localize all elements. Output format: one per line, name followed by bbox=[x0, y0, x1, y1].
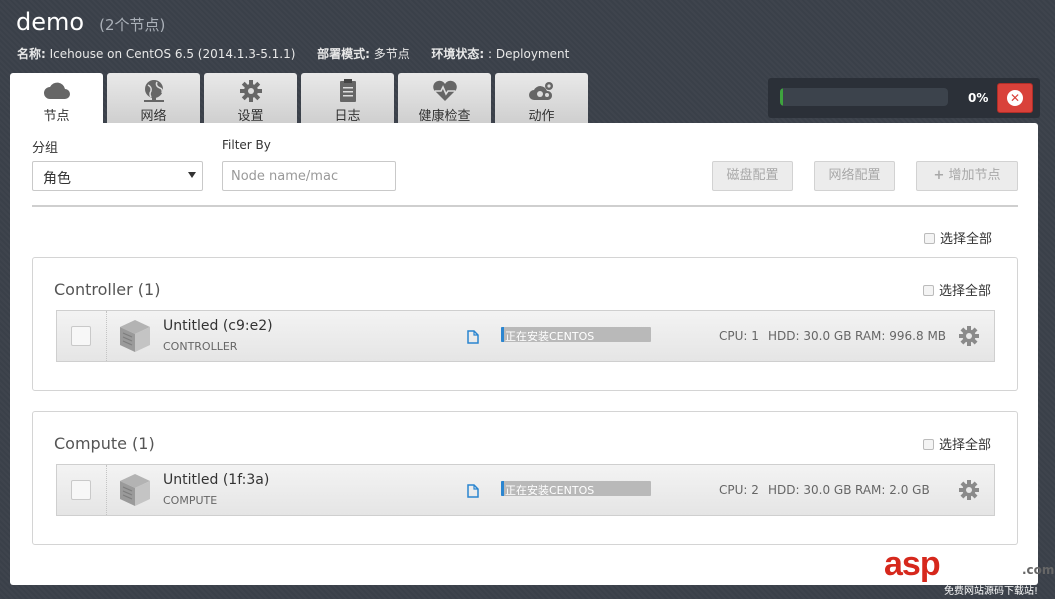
gears-cloud-icon bbox=[528, 82, 553, 100]
document-icon[interactable] bbox=[467, 484, 479, 498]
node-checkbox-cell bbox=[57, 465, 107, 515]
nodes-panel: 分组 角色 Filter By 磁盘配置 网络配置 + 增加节点 选择全部 Co… bbox=[10, 123, 1038, 585]
meta-mode-label: 部署模式: bbox=[317, 47, 370, 61]
group-select-all-checkbox[interactable] bbox=[923, 439, 934, 450]
deployment-progress-panel: 0% ✕ bbox=[768, 78, 1040, 118]
gear-icon bbox=[239, 80, 262, 102]
watermark-logo: aspku .com 免费网站源码下载站! bbox=[884, 545, 1054, 597]
filter-label: Filter By bbox=[222, 138, 271, 152]
tab-settings-label: 设置 bbox=[237, 109, 264, 124]
node-group-compute: Compute (1) 选择全部 Untitled (1f:3a) COMPUT… bbox=[32, 411, 1018, 545]
meta-name-label: 名称: bbox=[17, 47, 46, 61]
node-progress-fill bbox=[501, 481, 504, 496]
meta-mode-value: 多节点 bbox=[373, 47, 410, 61]
tab-actions-label: 动作 bbox=[528, 109, 555, 124]
group-select-all[interactable]: 选择全部 bbox=[923, 434, 991, 453]
node-checkbox-cell bbox=[57, 311, 107, 361]
watermark-brand-red: asp bbox=[884, 545, 941, 583]
node-row: Untitled (1f:3a) COMPUTE 正在安装CENTOS CPU:… bbox=[56, 464, 995, 516]
tab-logs-label: 日志 bbox=[334, 109, 361, 124]
cloud-icon bbox=[43, 82, 70, 99]
group-title: Controller (1) bbox=[54, 280, 161, 299]
tab-nodes[interactable]: 节点 bbox=[10, 73, 103, 124]
node-group-controller: Controller (1) 选择全部 Untitled (c9:e2) CON… bbox=[32, 257, 1018, 391]
node-progress-bar: 正在安装CENTOS bbox=[501, 481, 651, 496]
select-all-nodes[interactable]: 选择全部 bbox=[924, 228, 992, 247]
group-by-select[interactable]: 角色 bbox=[32, 161, 203, 191]
tab-nodes-label: 节点 bbox=[43, 109, 70, 124]
environment-title: demo (2个节点) bbox=[16, 8, 165, 36]
add-node-label: 增加节点 bbox=[948, 168, 1001, 183]
server-box-icon bbox=[120, 474, 150, 506]
toolbar-divider bbox=[32, 205, 1018, 207]
add-node-button[interactable]: + 增加节点 bbox=[916, 161, 1018, 191]
filter-input[interactable] bbox=[222, 161, 396, 191]
group-select-all-label: 选择全部 bbox=[939, 284, 992, 299]
plus-icon: + bbox=[933, 168, 945, 183]
deployment-progress-fill bbox=[780, 88, 784, 106]
network-config-button[interactable]: 网络配置 bbox=[814, 161, 895, 191]
watermark-slogan: 免费网站源码下载站! bbox=[944, 586, 1039, 597]
node-name[interactable]: Untitled (1f:3a) bbox=[163, 472, 269, 488]
gear-icon[interactable] bbox=[958, 325, 980, 347]
node-progress-bar: 正在安装CENTOS bbox=[501, 327, 651, 342]
node-hdd: HDD: 30.0 GB bbox=[768, 483, 852, 497]
document-icon[interactable] bbox=[467, 330, 479, 344]
node-role: COMPUTE bbox=[163, 494, 218, 507]
node-count: (2个节点) bbox=[99, 16, 166, 34]
node-role: CONTROLLER bbox=[163, 340, 238, 353]
tab-health-check-label: 健康检查 bbox=[418, 109, 471, 124]
node-ram: RAM: 996.8 MB bbox=[855, 329, 947, 343]
node-row: Untitled (c9:e2) CONTROLLER 正在安装CENTOS C… bbox=[56, 310, 995, 362]
network-globe-icon bbox=[143, 80, 164, 102]
environment-meta: 名称: Icehouse on CentOS 6.5 (2014.1.3-5.1… bbox=[17, 45, 569, 62]
tab-logs[interactable]: 日志 bbox=[301, 73, 394, 124]
meta-status-label: 环境状态: bbox=[431, 47, 485, 61]
group-by-value: 角色 bbox=[43, 171, 71, 187]
node-progress-text: 正在安装CENTOS bbox=[505, 330, 595, 342]
group-select-all[interactable]: 选择全部 bbox=[923, 280, 991, 299]
node-progress-text: 正在安装CENTOS bbox=[505, 484, 595, 496]
node-cpu: CPU: 2 bbox=[719, 483, 759, 497]
group-select-all-label: 选择全部 bbox=[939, 438, 992, 453]
tab-actions[interactable]: 动作 bbox=[495, 73, 588, 124]
meta-name-value: Icehouse on CentOS 6.5 (2014.1.3-5.1.1) bbox=[49, 47, 296, 61]
group-title: Compute (1) bbox=[54, 434, 155, 453]
environment-name: demo bbox=[16, 8, 85, 36]
node-cpu: CPU: 1 bbox=[719, 329, 759, 343]
select-all-label: 选择全部 bbox=[940, 232, 993, 247]
node-ram: RAM: 2.0 GB bbox=[855, 483, 930, 497]
node-checkbox[interactable] bbox=[71, 480, 91, 500]
tab-network[interactable]: 网络 bbox=[107, 73, 200, 124]
meta-status-value: : Deployment bbox=[488, 47, 570, 61]
caret-down-icon bbox=[188, 172, 196, 178]
node-checkbox[interactable] bbox=[71, 326, 91, 346]
tab-settings[interactable]: 设置 bbox=[204, 73, 297, 124]
watermark-brand-white: ku bbox=[939, 545, 979, 583]
disk-config-button[interactable]: 磁盘配置 bbox=[712, 161, 793, 191]
stop-deployment-button[interactable]: ✕ bbox=[997, 83, 1033, 113]
group-select-all-checkbox[interactable] bbox=[923, 285, 934, 296]
watermark-domain: .com bbox=[1022, 563, 1055, 577]
tab-network-label: 网络 bbox=[140, 109, 167, 124]
clipboard-icon bbox=[339, 79, 356, 102]
close-icon: ✕ bbox=[1007, 90, 1023, 106]
deployment-progress-bar bbox=[780, 88, 948, 106]
group-by-label: 分组 bbox=[32, 141, 59, 156]
server-box-icon bbox=[120, 320, 150, 352]
tab-health-check[interactable]: 健康检查 bbox=[398, 73, 491, 124]
gear-icon[interactable] bbox=[958, 479, 980, 501]
node-name[interactable]: Untitled (c9:e2) bbox=[163, 318, 273, 334]
watermark-brand: aspku bbox=[884, 545, 979, 584]
node-hdd: HDD: 30.0 GB bbox=[768, 329, 852, 343]
select-all-checkbox[interactable] bbox=[924, 233, 935, 244]
deployment-progress-text: 0% bbox=[968, 91, 989, 105]
node-progress-fill bbox=[501, 327, 504, 342]
heartbeat-icon bbox=[432, 80, 457, 101]
